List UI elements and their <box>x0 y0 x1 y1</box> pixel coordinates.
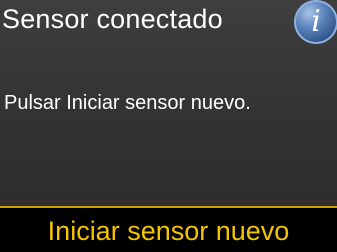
instruction-message: Pulsar Iniciar sensor nuevo. <box>4 92 251 114</box>
start-new-sensor-button[interactable]: Iniciar sensor nuevo <box>0 206 337 252</box>
start-new-sensor-label: Iniciar sensor nuevo <box>47 216 290 246</box>
device-screen: Sensor conectado i Pulsar Iniciar sensor… <box>0 0 337 252</box>
info-icon-glyph: i <box>311 4 321 39</box>
info-icon[interactable]: i <box>294 0 337 44</box>
screen-title: Sensor conectado <box>2 4 223 34</box>
header-bar: Sensor conectado i <box>0 0 337 44</box>
